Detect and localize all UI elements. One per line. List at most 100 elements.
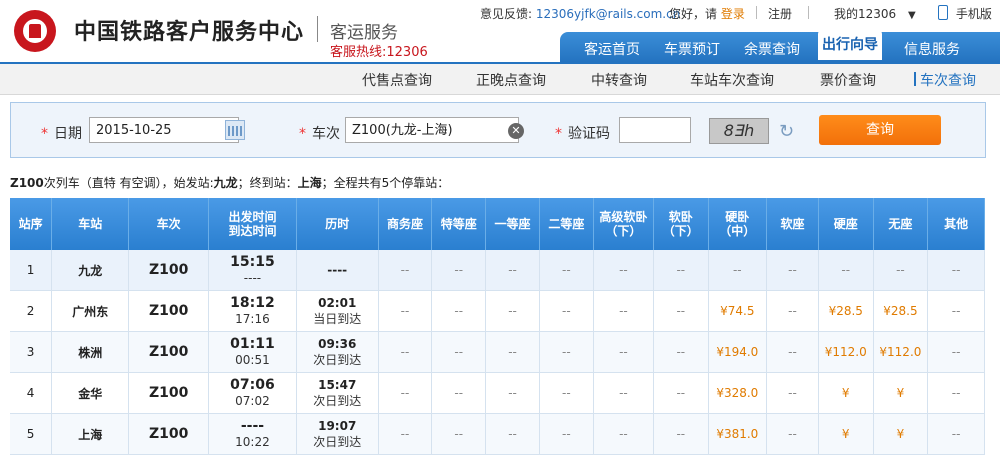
- cell-price: --: [485, 290, 540, 332]
- cell-price: ¥194.0: [708, 331, 768, 373]
- train-label: * 车次: [299, 126, 340, 142]
- cell-dep: 01:11: [230, 336, 275, 352]
- refresh-icon[interactable]: ↻: [779, 121, 794, 142]
- col-seq: 站序: [10, 198, 53, 250]
- site-header: 中国铁路客户服务中心 客运服务 客服热线:12306 意见反馈: 12306yj…: [0, 0, 1000, 64]
- summary-train: Z100: [10, 176, 44, 190]
- summary-origin: 九龙: [213, 176, 238, 190]
- cell-train: Z100: [128, 290, 210, 332]
- cell-price: --: [485, 372, 540, 414]
- cell-arr: 07:02: [235, 394, 270, 408]
- cell-price: --: [539, 331, 594, 373]
- cell-arr: ----: [243, 271, 262, 285]
- feedback-label: 意见反馈:: [480, 7, 533, 21]
- query-form: * 日期 2015-10-25 * 车次 Z100(九龙-上海) ✕ * 验证码 8Ǝ…: [10, 102, 986, 158]
- cell-price: --: [539, 372, 594, 414]
- hotline: 客服热线:12306: [330, 45, 428, 60]
- cell-price: ¥112.0: [818, 331, 874, 373]
- cell-price: ¥381.0: [708, 413, 768, 455]
- col-train: 车次: [128, 198, 210, 250]
- cell-seq: 1: [10, 250, 53, 291]
- cell-duration: 09:36 次日到达: [296, 331, 379, 373]
- mobile-label: 手机版: [955, 7, 992, 21]
- brand-subtitle: 客运服务: [330, 23, 398, 43]
- search-button[interactable]: 查询: [819, 115, 941, 145]
- cell-train: Z100: [128, 413, 210, 455]
- cell-price: --: [653, 413, 709, 455]
- cell-price: --: [818, 250, 874, 291]
- my12306-label: 我的12306: [834, 7, 897, 21]
- cell-price: --: [653, 250, 709, 291]
- my12306-menu[interactable]: 我的12306 ▼: [834, 5, 916, 22]
- subnav-station-train-query[interactable]: 车站车次查询: [690, 70, 774, 90]
- cell-dur-note: 次日到达: [313, 394, 362, 408]
- mobile-link[interactable]: 手机版: [938, 5, 992, 22]
- train-number-input[interactable]: Z100(九龙-上海): [345, 117, 519, 143]
- cell-price: ¥: [873, 413, 929, 455]
- cell-price: --: [927, 372, 985, 414]
- cell-price: --: [378, 331, 433, 373]
- nav-item-info[interactable]: 信息服务: [904, 39, 960, 59]
- col-hard-seat: 硬座: [818, 198, 874, 250]
- login-link[interactable]: 登录: [721, 7, 745, 21]
- cell-dur-note: 当日到达: [313, 312, 362, 326]
- col-business: 商务座: [378, 198, 433, 250]
- captcha-label: * 验证码: [555, 126, 610, 142]
- calendar-icon[interactable]: [225, 120, 245, 140]
- cell-dep: ----: [240, 418, 265, 434]
- cell-price: --: [653, 372, 709, 414]
- subnav-agency-query[interactable]: 代售点查询: [362, 70, 432, 90]
- cell-price: --: [593, 250, 655, 291]
- cell-price: --: [485, 413, 540, 455]
- nav-item-travel-guide[interactable]: 出行向导: [818, 30, 882, 60]
- cell-times: 15:15 ----: [208, 250, 297, 291]
- cell-price: --: [378, 290, 433, 332]
- date-input[interactable]: 2015-10-25: [89, 117, 239, 143]
- cell-duration: 15:47 次日到达: [296, 372, 379, 414]
- cell-price: ¥74.5: [708, 290, 768, 332]
- cell-price: --: [539, 290, 594, 332]
- cell-station: 广州东: [51, 290, 130, 332]
- cell-train: Z100: [128, 372, 210, 414]
- subnav-fare-query[interactable]: 票价查询: [820, 70, 876, 90]
- cell-dur: 02:01: [318, 296, 357, 310]
- phone-icon: [938, 5, 948, 20]
- cell-price: --: [378, 413, 433, 455]
- cell-price: --: [593, 331, 655, 373]
- captcha-image[interactable]: 8Ǝh: [709, 118, 769, 144]
- cell-price: --: [766, 290, 819, 332]
- feedback-email-link[interactable]: 12306yjfk@rails.com.cn: [536, 7, 680, 21]
- subnav-transfer-query[interactable]: 中转查询: [591, 70, 647, 90]
- nav-item-booking[interactable]: 车票预订: [664, 39, 720, 59]
- cell-price: --: [653, 290, 709, 332]
- cell-price: --: [873, 250, 929, 291]
- brand-title: 中国铁路客户服务中心: [74, 20, 305, 45]
- col-soft-seat: 软座: [766, 198, 819, 250]
- cell-dep: 15:15: [230, 254, 275, 270]
- summary-text1: 次列车（直特 有空调），始发站:: [43, 176, 214, 190]
- col-duration: 历时: [296, 198, 379, 250]
- cell-seq: 2: [10, 290, 53, 332]
- register-link[interactable]: 注册: [768, 5, 792, 22]
- table-header-row: 站序 车站 车次 出发时间 到达时间 历时 商务座 特等座 一等座 二等座 高级…: [10, 198, 985, 250]
- cell-price: --: [431, 413, 487, 455]
- cell-train: Z100: [128, 331, 210, 373]
- cell-dur: 15:47: [318, 378, 357, 392]
- clear-icon[interactable]: ✕: [508, 123, 524, 139]
- nav-item-remaining[interactable]: 余票查询: [744, 39, 800, 59]
- table-row: 3 株洲 Z100 01:11 00:51 09:36 次日到达 -- -- -- -- -- -- ¥1…: [10, 331, 985, 373]
- cell-price: --: [593, 290, 655, 332]
- cell-seq: 5: [10, 413, 53, 455]
- captcha-input[interactable]: [619, 117, 691, 143]
- cell-price: --: [593, 413, 655, 455]
- cell-dur: 09:36: [318, 337, 357, 351]
- cell-dep: 07:06: [230, 377, 275, 393]
- cell-price: --: [485, 250, 540, 291]
- cell-seq: 4: [10, 372, 53, 414]
- nav-item-home[interactable]: 客运首页: [584, 39, 640, 59]
- chevron-down-icon: ▼: [908, 10, 916, 21]
- railway-logo[interactable]: [14, 10, 56, 52]
- cell-times: ---- 10:22: [208, 413, 297, 455]
- subnav-train-query[interactable]: 车次查询: [914, 70, 976, 90]
- subnav-delay-query[interactable]: 正晚点查询: [476, 70, 546, 90]
